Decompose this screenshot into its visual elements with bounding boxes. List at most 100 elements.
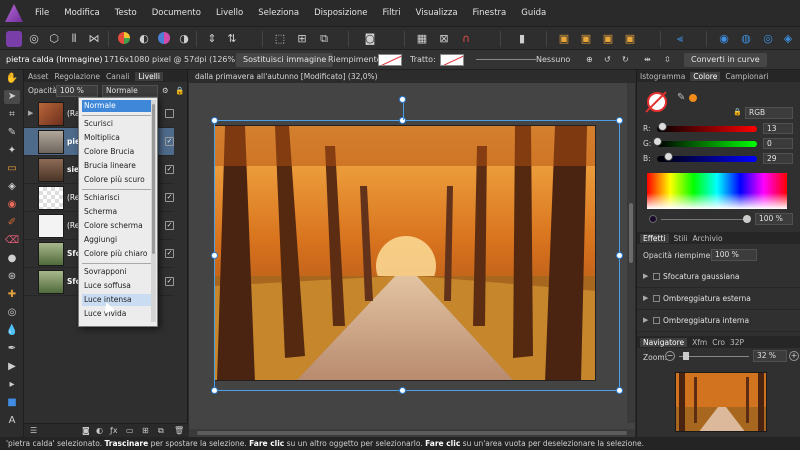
arrange-back-icon[interactable]: ▣ [556, 31, 572, 47]
snapping-grid-icon[interactable]: ⊠ [436, 31, 452, 47]
assistant-icon[interactable]: ▮ [514, 31, 530, 47]
blend-option-sovrapponi[interactable]: Sovrapponi [82, 266, 126, 278]
text-tool-icon[interactable]: A [4, 414, 20, 428]
view-tool-icon[interactable]: ✋ [4, 72, 20, 86]
tab-asset[interactable]: Asset [28, 72, 49, 81]
resize-handle-left[interactable] [211, 252, 218, 259]
color-spectrum[interactable] [647, 173, 787, 209]
blend-option-luce-soffusa[interactable]: Luce soffusa [82, 280, 131, 292]
add-mask-icon[interactable]: ◙ [82, 426, 90, 435]
menu-modifica[interactable]: Modifica [64, 8, 100, 18]
liquify-persona-icon[interactable]: ◎ [26, 31, 42, 47]
flood-select-icon[interactable]: ✦ [4, 144, 20, 158]
clone-brush-icon[interactable]: ⊛ [4, 270, 20, 284]
flip-vertical-icon[interactable]: ⇳ [664, 55, 671, 64]
erase-brush-icon[interactable]: ⌫ [4, 234, 20, 248]
document-tab-title[interactable]: dalla primavera all'autunno [Modificato]… [189, 70, 635, 83]
blend-option-brucia-lineare[interactable]: Brucia lineare [82, 160, 136, 172]
align-icon[interactable]: ⫷ [672, 31, 688, 47]
resize-handle-bottom-left[interactable] [211, 387, 218, 394]
zoom-slider-knob[interactable] [683, 352, 689, 360]
flip-horizontal-icon[interactable]: ⇹ [644, 55, 651, 64]
stroke-width-slider[interactable] [476, 59, 536, 60]
move-tool-icon[interactable]: ➤ [4, 90, 20, 104]
delete-layer-icon[interactable]: 🗑 [174, 426, 184, 435]
blend-option-normale[interactable]: Normale [82, 100, 152, 112]
resize-handle-right[interactable] [616, 252, 623, 259]
menu-seleziona[interactable]: Seleziona [258, 8, 299, 18]
color-wheel-icon[interactable] [116, 31, 132, 47]
tab-istogramma[interactable]: Istogramma [640, 72, 685, 81]
menu-disposizione[interactable]: Disposizione [314, 8, 367, 18]
export-persona-icon[interactable]: ⋈ [86, 31, 102, 47]
blend-option-aggiungi[interactable]: Aggiungi [82, 234, 117, 246]
menu-file[interactable]: File [35, 8, 49, 18]
rotate-ccw-icon[interactable]: ↺ [604, 55, 611, 64]
shape-arrow-icon[interactable]: ▸ [4, 378, 20, 392]
canvas-horizontal-scrollbar[interactable] [189, 429, 635, 437]
tab-colore[interactable]: Colore [690, 71, 721, 81]
effect-checkbox[interactable] [653, 317, 660, 324]
expand-arrow-icon[interactable]: ▶ [28, 109, 33, 117]
green-channel-value[interactable]: 0 [763, 138, 793, 149]
blend-mode-select[interactable]: Normale [102, 85, 158, 97]
navigator-preview[interactable] [675, 372, 767, 432]
effect-checkbox[interactable] [653, 273, 660, 280]
new-layer-icon[interactable]: ⊞ [142, 426, 149, 435]
menu-filtri[interactable]: Filtri [382, 8, 400, 18]
resize-handle-bottom-right[interactable] [616, 387, 623, 394]
document-photo[interactable] [214, 125, 596, 381]
color-model-select[interactable]: RGB [745, 107, 793, 119]
duplicate-layer-icon[interactable]: ⧉ [158, 426, 164, 436]
selection-marquee-icon[interactable]: ⬚ [272, 31, 288, 47]
red-eye-tool-icon[interactable]: ◎ [4, 306, 20, 320]
blur-brush-icon[interactable]: 💧 [4, 324, 20, 338]
blue-channel-slider[interactable]: B: 29 [643, 152, 793, 164]
zoom-out-icon[interactable]: − [665, 351, 675, 361]
convert-to-curves-button[interactable]: Converti in curve [684, 53, 767, 67]
hsl-icon[interactable] [156, 31, 172, 47]
lock-color-icon[interactable]: 🔒 [733, 108, 742, 116]
green-channel-slider[interactable]: G: 0 [643, 137, 793, 149]
fill-opacity-field[interactable]: 100 % [711, 249, 757, 261]
add-group-icon[interactable]: ▭ [126, 426, 134, 435]
red-channel-slider[interactable]: R: 13 [643, 122, 793, 134]
arrange-backward-icon[interactable]: ▣ [578, 31, 594, 47]
effect-row[interactable]: ▶ Sfocatura gaussiana [637, 266, 800, 288]
layer-visibility-checkbox[interactable]: ✓ [165, 249, 174, 258]
menu-guida[interactable]: Guida [521, 8, 546, 18]
dropdown-scrollbar[interactable] [151, 100, 156, 322]
zoom-field[interactable]: 32 % [753, 350, 787, 362]
tone-mapping-persona-icon[interactable]: ⫴ [66, 31, 82, 47]
transform-origin-icon[interactable]: ⊕ [586, 55, 593, 64]
selection-invert-icon[interactable]: ⧉ [316, 31, 332, 47]
effect-row[interactable]: ▶ Ombreggiatura interna [637, 310, 800, 332]
blue-channel-knob[interactable] [664, 152, 673, 161]
menu-livello[interactable]: Livello [216, 8, 243, 18]
tab-regolazione[interactable]: Regolazione [55, 72, 101, 81]
pen-tool-icon[interactable]: ✒ [4, 342, 20, 356]
blend-option-colore-scherma[interactable]: Colore scherma [82, 220, 143, 232]
expand-arrow-icon[interactable]: ▶ [643, 316, 648, 324]
stroke-swatch[interactable] [440, 54, 464, 66]
blend-option-schiarisci[interactable]: Schiarisci [82, 192, 120, 204]
quick-mask-icon[interactable]: ◙ [362, 31, 378, 47]
blend-option-luce-intensa[interactable]: Luce intensa [82, 294, 152, 306]
color-opacity-knob[interactable] [743, 215, 751, 223]
layer-stack-icon[interactable]: ☰ [30, 426, 37, 435]
layer-settings-gear-icon[interactable]: ⚙ [162, 86, 169, 95]
tab-navigatore[interactable]: Navigatore [640, 337, 688, 347]
healing-brush-icon[interactable]: ✚ [4, 288, 20, 302]
blend-option-colore-piu-scuro[interactable]: Colore più scuro [82, 174, 145, 186]
effect-checkbox[interactable] [653, 295, 660, 302]
boolean-intersect-icon[interactable]: ◎ [760, 31, 776, 47]
layer-lock-icon[interactable]: 🔒 [175, 86, 184, 95]
blend-option-scurisci[interactable]: Scurisci [82, 118, 113, 130]
add-live-filter-icon[interactable]: ƒx [110, 426, 118, 435]
tab-archivio[interactable]: Archivio [692, 234, 722, 243]
green-channel-track[interactable] [657, 141, 757, 147]
arrange-forward-icon[interactable]: ▣ [600, 31, 616, 47]
blend-option-scherma[interactable]: Scherma [82, 206, 117, 218]
boolean-add-icon[interactable]: ◉ [716, 31, 732, 47]
opacity-field[interactable]: 100 % [56, 85, 98, 97]
